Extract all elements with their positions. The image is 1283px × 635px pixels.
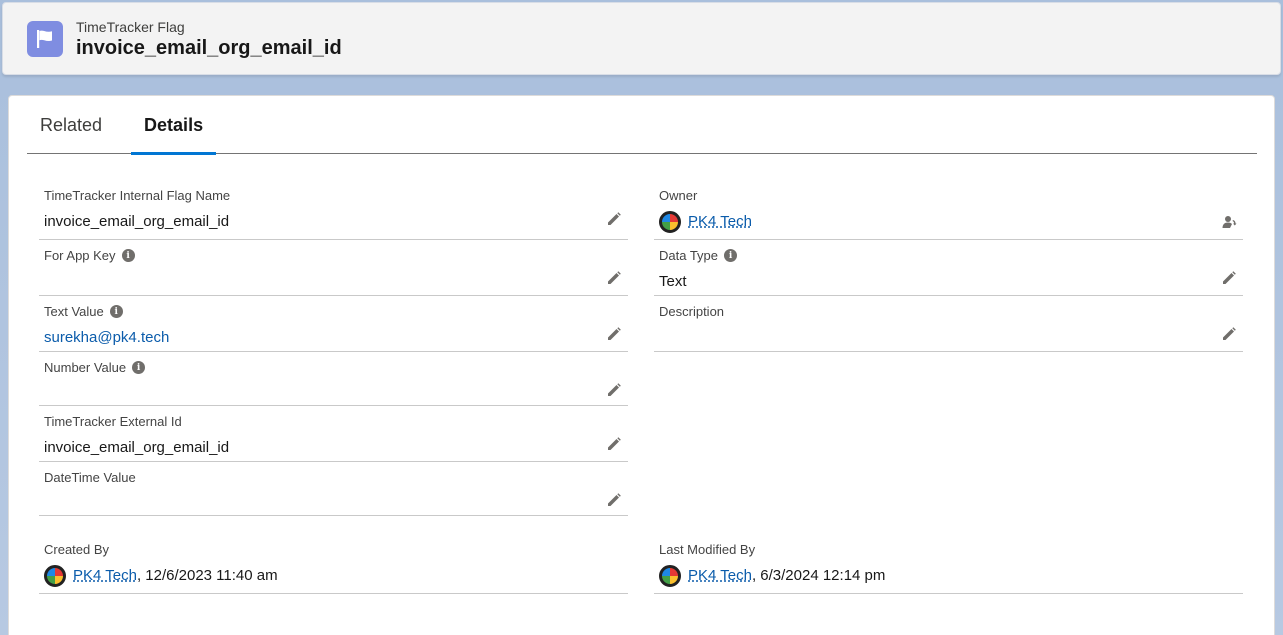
- field-label: TimeTracker Internal Flag Name: [44, 188, 231, 203]
- info-icon[interactable]: i: [109, 305, 123, 318]
- email-link[interactable]: surekha@pk4.tech: [44, 329, 169, 346]
- field-owner: Owner PK4 Tech: [654, 188, 1243, 240]
- separator: ,: [136, 566, 142, 584]
- field-label: Text Value i: [44, 304, 123, 319]
- field-value: PK4 Tech, 6/3/2024 12:14 pm: [659, 565, 885, 587]
- avatar: [659, 565, 681, 587]
- field-value: Text: [659, 273, 687, 290]
- field-created-by: Created By PK4 Tech, 12/6/2023 11:40 am: [39, 542, 628, 594]
- avatar: [44, 565, 66, 587]
- field-label: Created By: [44, 542, 110, 557]
- field-internal-flag-name: TimeTracker Internal Flag Name invoice_e…: [39, 188, 628, 240]
- field-datetime-value: DateTime Value: [39, 470, 628, 516]
- field-value: invoice_email_org_email_id: [44, 213, 230, 230]
- pencil-icon[interactable]: [606, 382, 622, 398]
- field-description: Description: [654, 304, 1243, 352]
- field-label: Description: [659, 304, 725, 319]
- field-value: invoice_email_org_email_id: [44, 439, 230, 456]
- info-icon[interactable]: i: [132, 361, 146, 374]
- tab-related[interactable]: Related: [27, 96, 115, 154]
- tab-details[interactable]: Details: [131, 96, 217, 155]
- pencil-icon[interactable]: [606, 326, 622, 342]
- field-for-app-key: For App Key i: [39, 248, 628, 296]
- field-label: DateTime Value: [44, 470, 136, 485]
- field-value: PK4 Tech: [659, 211, 752, 233]
- pencil-icon[interactable]: [1221, 326, 1237, 342]
- owner-link[interactable]: PK4 Tech: [688, 213, 752, 230]
- record-header: TimeTracker Flag invoice_email_org_email…: [2, 2, 1281, 75]
- flag-icon: [27, 20, 63, 57]
- separator: ,: [751, 566, 757, 584]
- field-last-modified-by: Last Modified By PK4 Tech, 6/3/2024 12:1…: [654, 542, 1243, 594]
- pencil-icon[interactable]: [1221, 270, 1237, 286]
- details-card: Related Details TimeTracker Internal Fla…: [8, 95, 1275, 635]
- field-label: TimeTracker External Id: [44, 414, 182, 429]
- pencil-icon[interactable]: [606, 492, 622, 508]
- last-modified-user-link[interactable]: PK4 Tech: [688, 567, 752, 584]
- field-value: PK4 Tech, 12/6/2023 11:40 am: [44, 565, 278, 587]
- field-number-value: Number Value i: [39, 360, 628, 406]
- created-by-user-link[interactable]: PK4 Tech: [73, 567, 137, 584]
- field-label: Last Modified By: [659, 542, 756, 557]
- change-owner-icon[interactable]: [1221, 214, 1237, 230]
- object-type-label: TimeTracker Flag: [76, 18, 185, 35]
- field-label: Owner: [659, 188, 698, 203]
- tab-bar: Related Details: [27, 96, 1257, 155]
- pencil-icon[interactable]: [606, 211, 622, 227]
- modified-date: 6/3/2024 12:14 pm: [760, 566, 886, 584]
- field-data-type: Data Type i Text: [654, 248, 1243, 296]
- pencil-icon[interactable]: [606, 436, 622, 452]
- field-external-id: TimeTracker External Id invoice_email_or…: [39, 414, 628, 462]
- field-label: Data Type i: [659, 248, 738, 263]
- avatar: [659, 211, 681, 233]
- field-label: Number Value i: [44, 360, 146, 375]
- record-title: invoice_email_org_email_id: [76, 36, 342, 59]
- info-icon[interactable]: i: [121, 249, 135, 262]
- info-icon[interactable]: i: [724, 249, 738, 262]
- created-date: 12/6/2023 11:40 am: [145, 566, 278, 584]
- pencil-icon[interactable]: [606, 270, 622, 286]
- field-label: For App Key i: [44, 248, 135, 263]
- field-text-value: Text Value i surekha@pk4.tech: [39, 304, 628, 352]
